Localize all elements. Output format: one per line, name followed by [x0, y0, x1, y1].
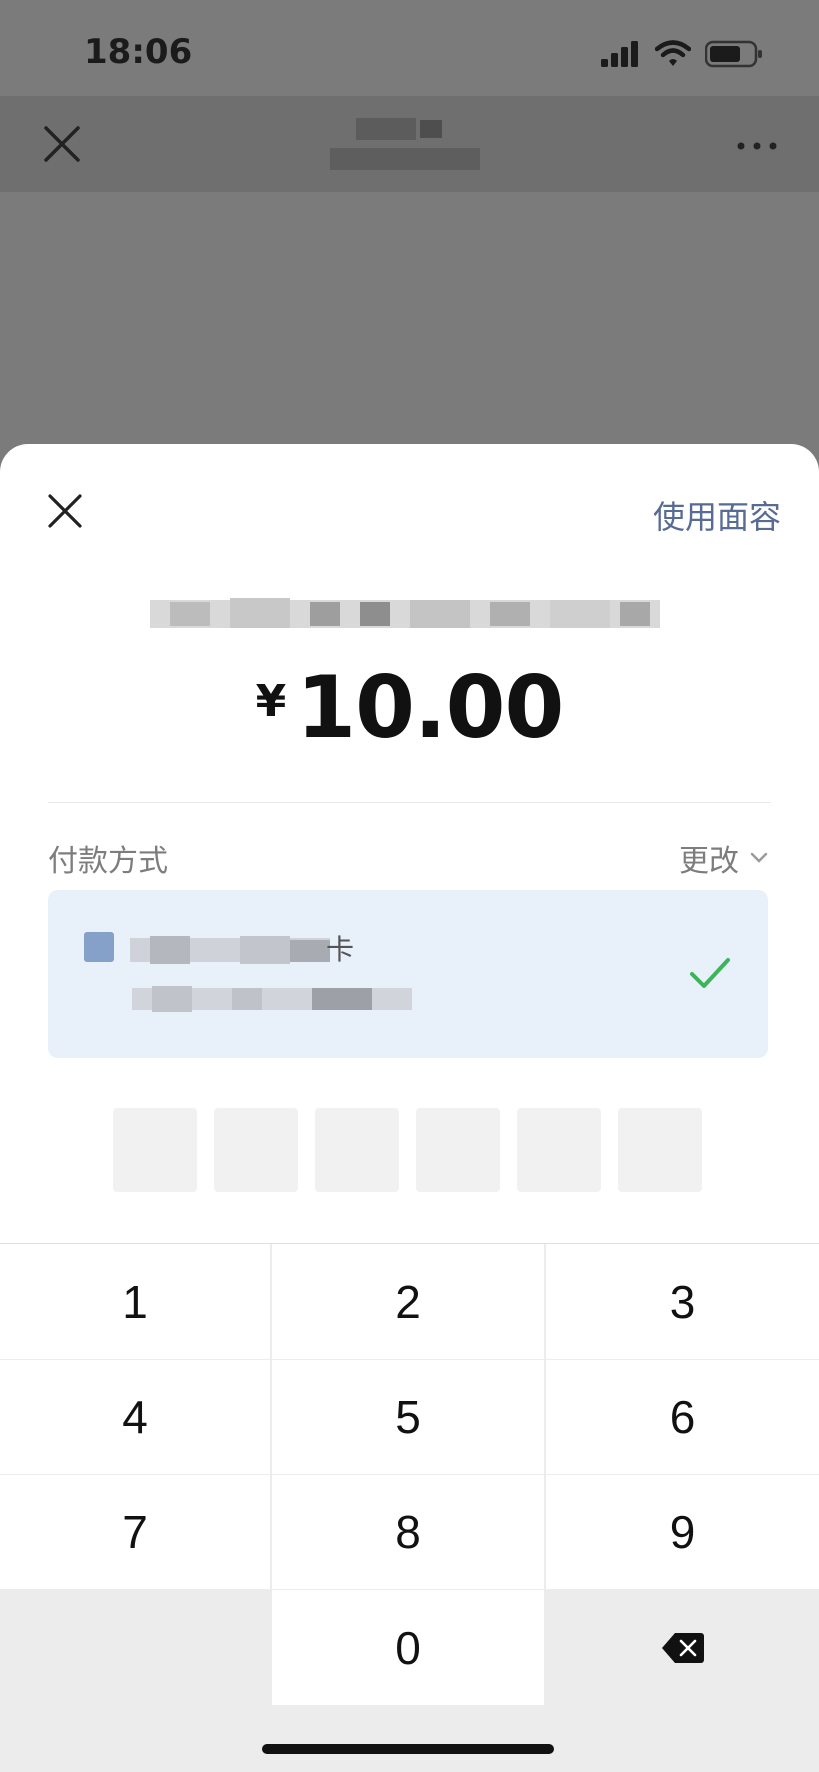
card-type-char: 卡	[326, 933, 355, 966]
payment-amount: ¥10.00	[0, 658, 819, 758]
page-header	[0, 96, 819, 192]
backspace-icon	[661, 1632, 704, 1663]
bank-card-icon	[84, 932, 114, 962]
currency-symbol: ¥	[255, 676, 287, 727]
battery-icon	[705, 40, 762, 68]
payment-method-label: 付款方式	[48, 844, 168, 879]
key-8[interactable]: 8	[272, 1475, 544, 1589]
key-2[interactable]: 2	[272, 1244, 544, 1359]
amount-value: 10.00	[296, 658, 564, 758]
cellular-signal-icon	[601, 41, 638, 67]
close-icon[interactable]	[40, 486, 90, 536]
status-icons	[601, 40, 763, 68]
password-input[interactable]	[113, 1108, 702, 1192]
pin-digit-box	[618, 1108, 702, 1192]
selected-payment-card[interactable]: 卡	[48, 890, 768, 1058]
pin-digit-box	[113, 1108, 197, 1192]
change-payment-method-button[interactable]: 更改	[679, 836, 769, 880]
key-9[interactable]: 9	[546, 1475, 819, 1589]
pin-digit-box	[214, 1108, 298, 1192]
key-7[interactable]: 7	[0, 1475, 270, 1589]
key-3[interactable]: 3	[546, 1244, 819, 1359]
change-label: 更改	[679, 844, 739, 879]
status-time: 18:06	[84, 32, 193, 72]
numeric-keypad: 1 2 3 4 5 6 7 8 9 0	[0, 1243, 819, 1772]
close-icon[interactable]	[34, 116, 90, 172]
more-icon[interactable]	[729, 118, 785, 174]
pin-digit-box	[315, 1108, 399, 1192]
wifi-icon	[655, 40, 691, 66]
key-1[interactable]: 1	[0, 1244, 270, 1359]
chevron-down-icon	[750, 852, 768, 863]
key-6[interactable]: 6	[546, 1360, 819, 1474]
delete-key[interactable]	[546, 1590, 819, 1705]
pin-digit-box	[517, 1108, 601, 1192]
home-indicator	[262, 1744, 554, 1754]
key-4[interactable]: 4	[0, 1360, 270, 1474]
page-title-redacted	[330, 118, 480, 170]
pin-digit-box	[416, 1108, 500, 1192]
merchant-name-redacted	[150, 598, 660, 628]
use-face-id-link[interactable]: 使用面容	[653, 492, 781, 538]
divider	[48, 802, 771, 803]
status-bar: 18:06	[0, 0, 819, 100]
key-empty	[0, 1590, 270, 1705]
key-5[interactable]: 5	[272, 1360, 544, 1474]
card-number-redacted	[132, 986, 412, 1012]
key-0[interactable]: 0	[272, 1590, 544, 1705]
check-icon	[690, 958, 730, 988]
